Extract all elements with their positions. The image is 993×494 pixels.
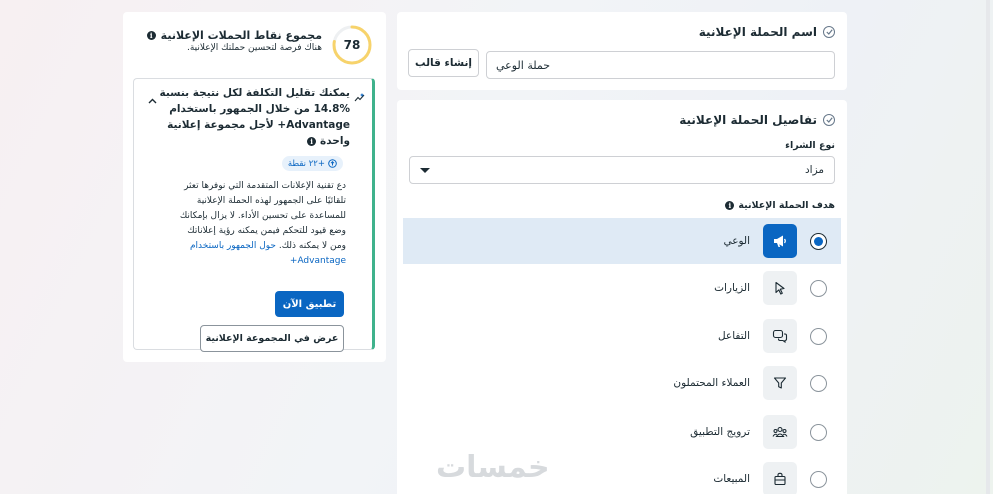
watermark-logo: خمسات [436,450,550,485]
page-scrollbar[interactable] [986,0,990,494]
sparkle-chart-icon [354,88,365,107]
campaign-name-card: اسم الحملة الإعلانية حملة الوعي إنشاء قا… [397,12,847,90]
score-subtitle: هناك فرصة لتحسين حملتك الإعلانية. [187,43,322,53]
objective-label-engagement: التفاعل [717,330,750,342]
campaign-details-heading: تفاصيل الحملة الإعلانية [679,113,835,127]
cursor-icon [763,271,797,305]
recommendation-title-line: Advantage+ لأجل مجموعة إعلانية [167,119,350,131]
recommendation-title-line: 14.8% من خلال الجمهور باستخدام [169,103,350,115]
arrow-up-circle-icon [328,159,337,168]
recommendation-description-line: ومن لا يمكنه ذلك. [278,241,346,251]
advantage-audience-link[interactable]: حول الجمهور باستخدام [190,241,276,251]
recommendation-description-line: للمساعدة على تحسين الأداء. لا يزال بإمكا… [179,211,346,221]
radio-button[interactable] [810,327,827,345]
chevron-up-icon[interactable] [148,89,157,108]
recommendation-description-line: دع تقنية الإعلانات المتقدمة التي نوفرها … [184,181,346,191]
recommendation-description-line: وضع قيود للتحكم فيمن يمكنه رؤية إعلاناتك [187,226,346,236]
recommendation-description-last: ومن لا يمكنه ذلك. حول الجمهور باستخدام [190,241,346,251]
objective-option-traffic[interactable]: الزيارات [403,265,841,311]
campaign-details-card: تفاصيل الحملة الإعلانية نوع الشراء مزاد … [397,100,847,494]
advantage-audience-link-continued[interactable]: Advantage+ [290,256,346,266]
apply-now-button[interactable]: تطبيق الآن [275,291,344,317]
campaign-score-card: 78 مجموع نقاط الحملات الإعلانية i هناك ف… [123,12,386,362]
create-template-button[interactable]: إنشاء قالب [408,49,479,77]
recommendation-title-line: يمكنك تقليل التكلفة لكل نتيجة بنسبة [159,87,350,99]
info-icon[interactable]: i [146,31,156,40]
objective-label-leads: العملاء المحتملون [673,377,750,389]
campaign-name-input[interactable]: حملة الوعي [486,51,835,79]
campaign-details-title: تفاصيل الحملة الإعلانية [679,113,817,127]
score-title: مجموع نقاط الحملات الإعلانية i [146,29,322,42]
info-icon[interactable]: i [307,136,317,146]
radio-button[interactable] [810,374,827,392]
funnel-icon [763,366,797,400]
people-icon [763,415,797,449]
megaphone-icon [763,224,797,258]
buy-type-label: نوع الشراء [785,140,835,151]
objective-label-traffic: الزيارات [714,282,750,294]
view-in-ad-set-button[interactable]: عرض في المجموعة الإعلانية [200,325,344,352]
objective-option-engagement[interactable]: التفاعل [403,313,841,359]
check-circle-icon [823,26,835,38]
points-badge: +٢٢ نقطة [281,156,343,171]
check-circle-icon [823,114,835,126]
recommendation-title-last: واحدة i [307,135,350,147]
radio-button[interactable] [810,470,827,488]
radio-button[interactable] [810,232,827,250]
score-title-text: مجموع نقاط الحملات الإعلانية [160,29,322,42]
shopping-bag-icon [763,462,797,494]
buy-type-dropdown[interactable]: مزاد [409,156,835,184]
buy-type-value: مزاد [804,164,824,176]
objective-label-awareness: الوعي [723,235,750,247]
recommendation-title-line: واحدة [320,135,350,147]
objective-option-awareness[interactable]: الوعي [403,218,841,264]
objective-label-sales: المبيعات [713,473,750,485]
objective-label-app-promotion: ترويج التطبيق [690,426,750,438]
campaign-name-title: اسم الحملة الإعلانية [698,25,817,39]
chat-bubbles-icon [763,319,797,353]
radio-button[interactable] [810,423,827,441]
score-value: 78 [343,38,361,52]
objective-option-app-promotion[interactable]: ترويج التطبيق [403,409,841,455]
objective-label: هدف الحملة الإعلانية [738,200,835,211]
points-badge-text: +٢٢ نقطة [287,158,325,169]
objective-heading: هدف الحملة الإعلانية i [725,200,835,211]
radio-button[interactable] [810,279,827,297]
objective-option-leads[interactable]: العملاء المحتملون [403,360,841,406]
recommendation-description-line: تلقائيًا على الجمهور لهذه الحملة الإعلان… [196,196,346,206]
chevron-down-icon [420,167,430,173]
info-icon[interactable]: i [725,201,735,210]
campaign-name-heading: اسم الحملة الإعلانية [699,25,835,39]
recommendation-panel: يمكنك تقليل التكلفة لكل نتيجة بنسبة 14.8… [133,78,375,352]
